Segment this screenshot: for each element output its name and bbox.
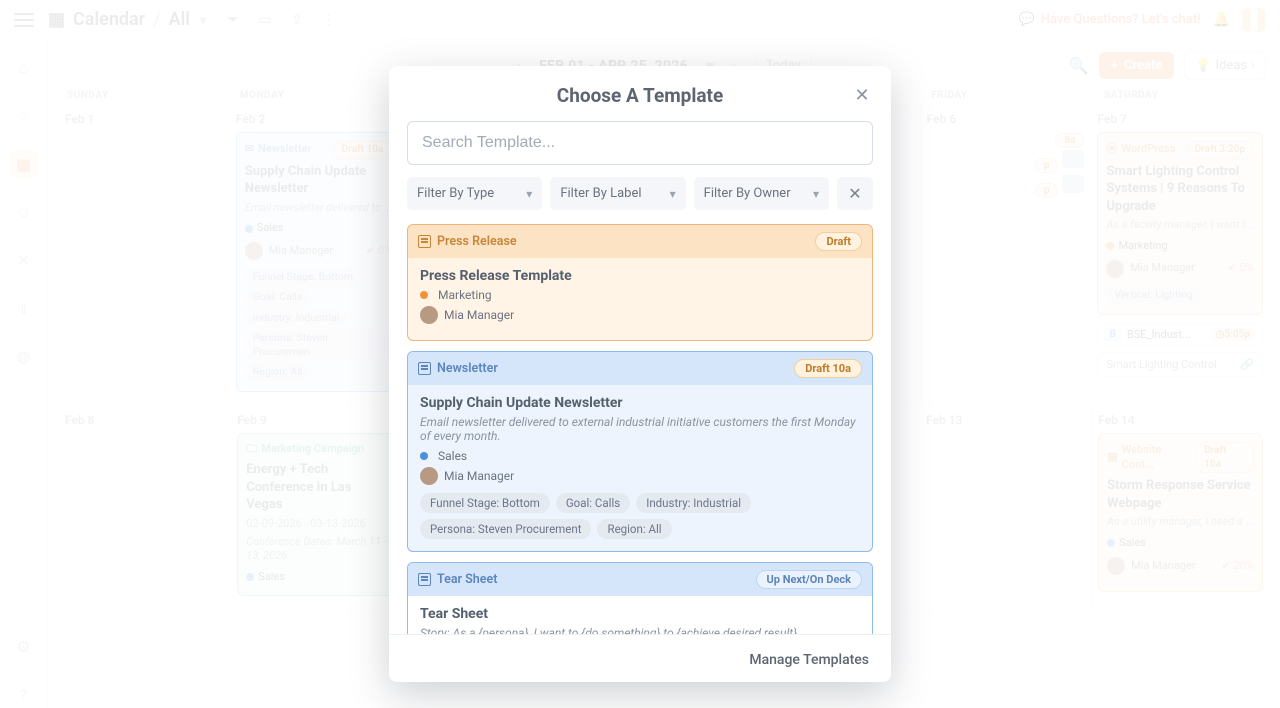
close-icon[interactable]: ✕ <box>849 82 875 108</box>
template-pill: Industry: Industrial <box>636 493 751 513</box>
template-type: Tear Sheet <box>437 572 497 587</box>
chevron-down-icon: ▾ <box>670 187 676 201</box>
template-card-press-release[interactable]: Press Release Draft Press Release Templa… <box>407 224 873 341</box>
search-input[interactable] <box>407 121 873 165</box>
template-tag: Marketing <box>438 288 492 302</box>
template-card-newsletter[interactable]: Newsletter Draft 10a Supply Chain Update… <box>407 351 873 552</box>
template-title: Tear Sheet <box>420 606 860 622</box>
avatar <box>420 467 438 485</box>
avatar <box>420 306 438 324</box>
tear-sheet-icon <box>418 573 431 586</box>
modal-overlay: Choose A Template ✕ Filter By Type▾ Filt… <box>0 0 1280 708</box>
template-type: Press Release <box>437 234 517 249</box>
template-pill: Persona: Steven Procurement <box>420 519 591 539</box>
newsletter-icon <box>418 362 431 375</box>
template-owner: Mia Manager <box>444 308 514 322</box>
clear-filters-button[interactable]: ✕ <box>837 177 873 210</box>
chevron-down-icon: ▾ <box>813 187 819 201</box>
manage-templates-link[interactable]: Manage Templates <box>749 652 869 668</box>
template-owner: Mia Manager <box>444 469 514 483</box>
template-tag: Sales <box>438 449 467 463</box>
status-badge: Draft <box>815 232 862 251</box>
filter-type[interactable]: Filter By Type▾ <box>407 177 542 210</box>
filter-owner[interactable]: Filter By Owner▾ <box>694 177 829 210</box>
status-badge: Draft 10a <box>794 359 862 378</box>
modal-title: Choose A Template <box>409 84 871 107</box>
template-desc: Story: As a {persona}, I want to {do som… <box>420 626 860 634</box>
choose-template-modal: Choose A Template ✕ Filter By Type▾ Filt… <box>389 66 891 682</box>
status-badge: Up Next/On Deck <box>756 570 862 589</box>
filter-label[interactable]: Filter By Label▾ <box>550 177 685 210</box>
template-card-tear-sheet[interactable]: Tear Sheet Up Next/On Deck Tear Sheet St… <box>407 562 873 634</box>
template-pill: Region: All <box>597 519 671 539</box>
template-pill: Funnel Stage: Bottom <box>420 493 550 513</box>
template-pill: Goal: Calls <box>556 493 630 513</box>
chevron-down-icon: ▾ <box>526 187 532 201</box>
template-title: Supply Chain Update Newsletter <box>420 395 860 411</box>
press-release-icon <box>418 235 431 248</box>
template-title: Press Release Template <box>420 268 860 284</box>
template-type: Newsletter <box>437 361 498 376</box>
template-desc: Email newsletter delivered to external i… <box>420 415 860 443</box>
